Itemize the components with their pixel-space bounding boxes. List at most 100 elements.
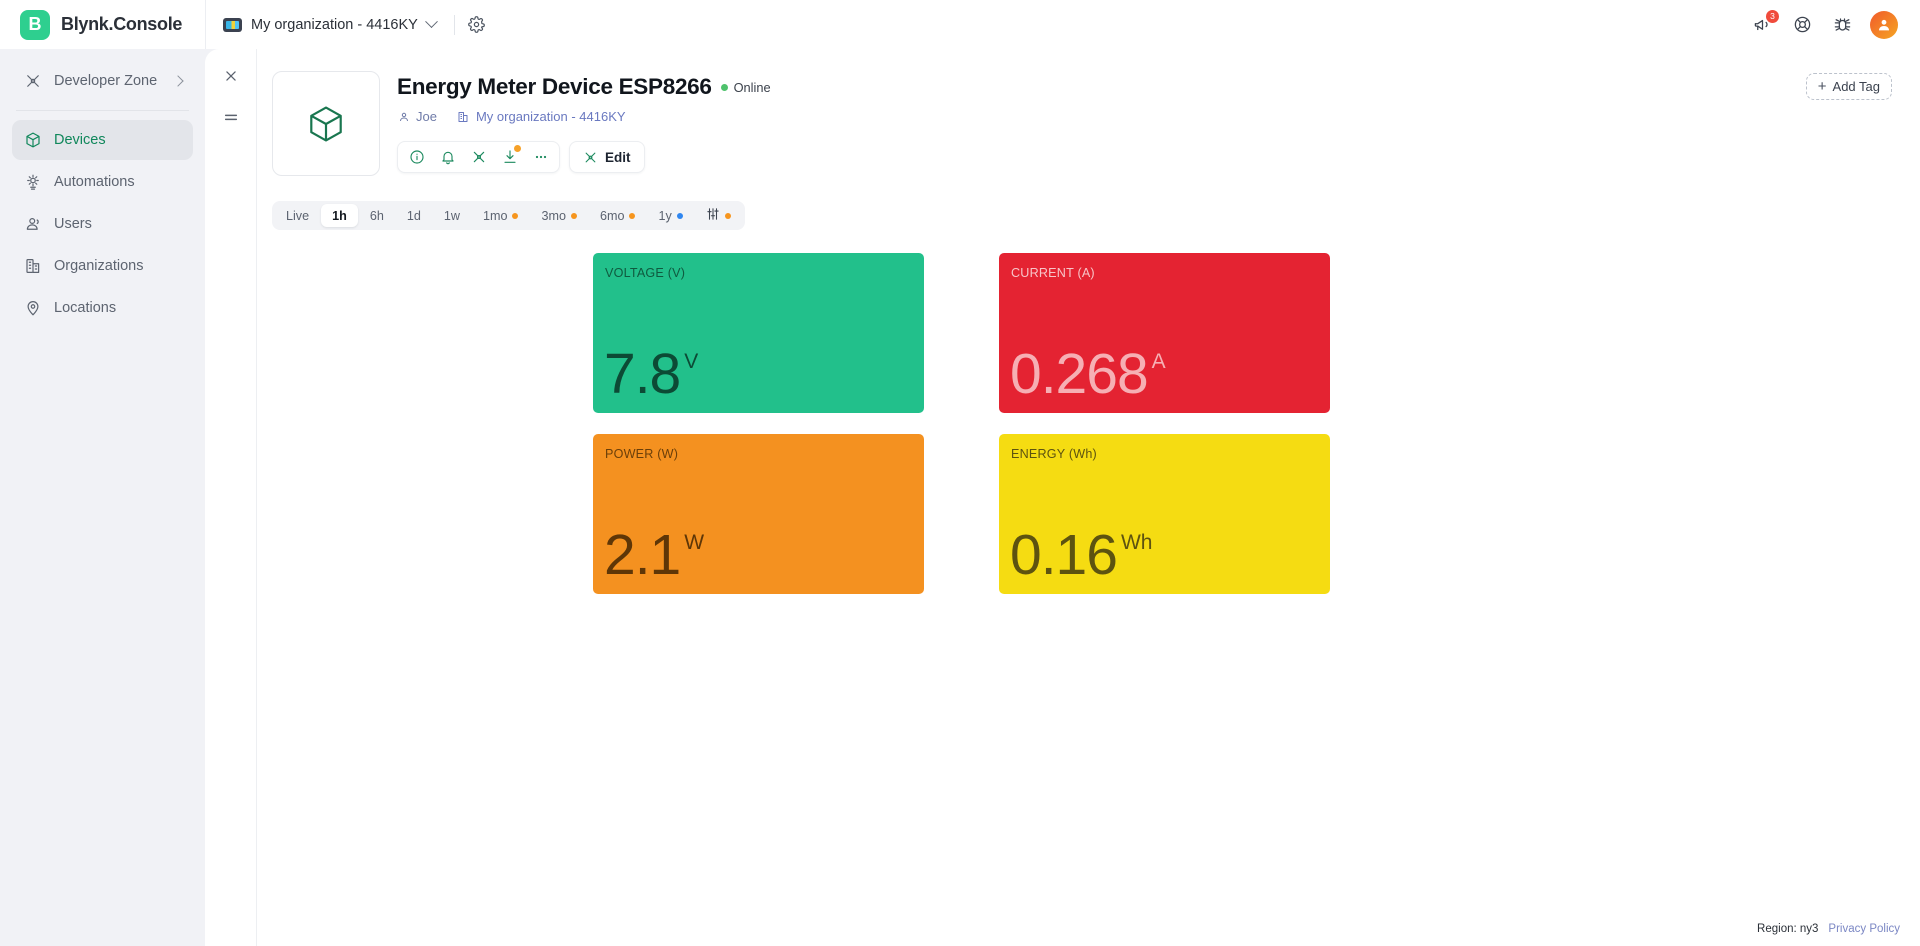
close-icon [225,71,236,81]
page-title: Energy Meter Device ESP8266 [397,74,712,99]
list-menu-button[interactable] [218,105,244,131]
cube-outline-icon [310,105,342,142]
chevron-down-icon [424,15,438,29]
widget-unit: W [684,530,705,554]
status-badge: Online [720,79,771,95]
sidebar-item-automations[interactable]: Automations [12,162,193,202]
widget-value: 0.268 [1010,341,1149,406]
time-tab-dot-icon [570,212,577,219]
sidebar-item-label: Locations [54,300,117,316]
sidebar-item-developer-zone[interactable]: Developer Zone [12,61,193,101]
main-panel: Energy Meter Device ESP8266 Online Joe M… [205,49,1920,946]
widget-voltage[interactable]: VOLTAGE (V) 7.8 V [593,253,924,413]
time-tab-3mo[interactable]: 3mo [530,204,588,227]
sidebar-item-label: Automations [54,174,135,190]
time-tab-1d[interactable]: 1d [396,204,432,227]
widget-value: 7.8 [604,341,681,406]
list-menu-icon [224,114,237,121]
status-label: Online [733,79,771,95]
widget-unit: V [684,349,699,373]
widget-label: CURRENT (A) [1011,266,1095,280]
close-panel-button[interactable] [218,63,244,89]
developer-button[interactable] [464,143,493,171]
sidebar-item-devices[interactable]: Devices [12,120,193,160]
widget-label: VOLTAGE (V) [605,266,686,280]
report-bug-button[interactable] [1830,13,1854,37]
privacy-policy-link[interactable]: Privacy Policy [1828,923,1900,935]
time-tab-1mo[interactable]: 1mo [472,204,530,227]
add-tag-button[interactable]: + Add Tag [1805,73,1892,100]
more-options-button[interactable] [526,143,555,171]
device-header: Energy Meter Device ESP8266 Online Joe M… [257,49,1920,176]
device-owner-label: Joe [416,109,437,124]
user-icon [397,110,410,123]
organization-selector[interactable]: My organization - 4416KY [206,0,449,49]
sliders-icon [706,207,720,224]
announcements-badge: 3 [1766,9,1779,23]
device-organization[interactable]: My organization - 4416KY [457,109,626,124]
time-tab-label: 3mo [541,208,566,223]
ellipsis-icon [535,155,546,159]
cube-icon [23,131,42,150]
sidebar-item-label: Organizations [54,258,144,274]
time-tab-dot-icon [724,212,731,219]
device-thumbnail[interactable] [272,71,380,176]
time-tab-dot-icon [676,212,683,219]
gear-icon [468,16,486,33]
widget-value: 2.1 [604,522,681,587]
device-toolbar: Edit [397,141,771,173]
announcements-button[interactable]: 3 [1750,9,1779,37]
brand-logo-area[interactable]: B Blynk.Console [0,9,205,40]
widget-power[interactable]: POWER (W) 2.1 W [593,434,924,594]
time-tab-1w[interactable]: 1w [433,204,471,227]
organizations-icon [23,257,42,276]
device-content: Energy Meter Device ESP8266 Online Joe M… [257,49,1920,946]
sidebar-item-users[interactable]: Users [12,204,193,244]
time-tab-live[interactable]: Live [275,204,320,227]
sidebar-item-label: Users [54,216,92,232]
widget-energy[interactable]: ENERGY (Wh) 0.16 Wh [999,434,1330,594]
device-owner[interactable]: Joe [397,109,437,124]
device-title-row: Energy Meter Device ESP8266 Online [397,74,771,100]
widget-current[interactable]: CURRENT (A) 0.268 A [999,253,1330,413]
status-dot-icon [720,83,728,91]
organization-selector-label: My organization - 4416KY [251,16,418,33]
time-tab-6h[interactable]: 6h [359,204,395,227]
time-tab-label: 1h [332,208,347,223]
widget-unit: Wh [1120,530,1153,554]
time-tab-label: 1d [406,208,421,223]
edit-button[interactable]: Edit [569,141,645,173]
sidebar-item-label: Devices [54,132,106,148]
sidebar-item-label: Developer Zone [54,73,158,89]
widget-value-row: 7.8 V [604,341,699,406]
time-tab-label: 6mo [599,208,625,223]
edit-wrench-icon [585,152,596,162]
widget-value-row: 0.268 A [1010,341,1166,406]
divider [453,14,455,35]
sidebar-item-organizations[interactable]: Organizations [12,246,193,286]
building-icon [457,110,470,123]
time-tab-dot-icon [629,212,636,219]
user-avatar-icon [1879,19,1889,30]
region-label: Region: ny3 [1757,923,1819,935]
help-button[interactable] [1790,13,1814,37]
add-tag-label: Add Tag [1832,79,1880,94]
time-tab-label: 1y [658,208,672,223]
time-tab-custom[interactable] [695,204,742,227]
download-button[interactable] [495,143,524,171]
time-tab-1y[interactable]: 1y [647,204,693,227]
widget-label: ENERGY (Wh) [1011,447,1097,461]
device-rail [205,49,257,946]
topbar-actions: 3 [1750,9,1920,39]
lifebuoy-icon [1794,16,1810,33]
developer-zone-icon [473,151,484,163]
avatar[interactable] [1870,10,1898,39]
info-button[interactable] [402,143,431,171]
edit-button-label: Edit [605,149,631,165]
sidebar-item-locations[interactable]: Locations [12,288,193,328]
time-tab-6mo[interactable]: 6mo [589,204,647,227]
time-tab-1h[interactable]: 1h [321,204,358,227]
settings-button[interactable] [460,8,494,42]
notifications-button[interactable] [433,143,462,171]
org-thumbnail-icon [223,17,242,32]
